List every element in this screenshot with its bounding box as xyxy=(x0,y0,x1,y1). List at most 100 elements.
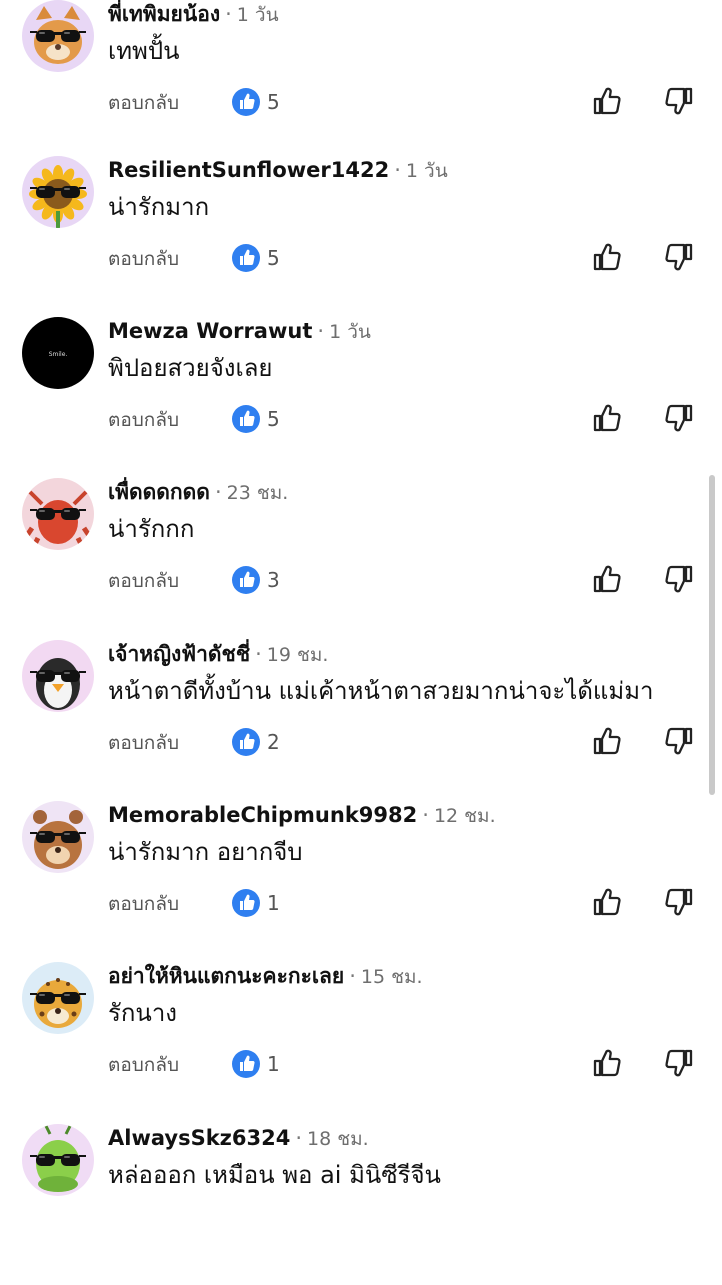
thumb-down-icon[interactable] xyxy=(662,401,696,435)
comment-author-name[interactable]: Mewza Worrawut xyxy=(108,319,312,343)
comment-header: Mewza Worrawut · 1 วัน xyxy=(108,317,371,346)
comment-text: น่ารักกก xyxy=(108,515,195,543)
comment-text: น่ารักมาก xyxy=(108,193,210,221)
comment-item: เพื่ดดดกดด · 23 ชม. น่ารักกกตอบกลับ 3 xyxy=(0,478,722,639)
separator-dot: · xyxy=(349,964,356,988)
comment-item: AlwaysSkz6324 · 18 ชม. หล่อออก เหมือน พอ ai… xyxy=(0,1124,722,1285)
comment-item: เจ้าหญิงฟ้าดัชชี่ · 19 ชม. หน้าตาดีทั้งบ้าน… xyxy=(0,640,722,801)
separator-dot: · xyxy=(317,319,325,343)
comment-item: อย่าให้หินแตกนะคะกะเลย · 15 ชม. รักนางตอบกล… xyxy=(0,962,722,1123)
comment-timestamp: 1 วัน xyxy=(405,160,448,182)
comment-timestamp: 23 ชม. xyxy=(226,482,289,504)
thumb-down-icon[interactable] xyxy=(662,885,696,919)
separator-dot: · xyxy=(214,480,222,504)
black-circle-avatar[interactable]: Smile. xyxy=(22,317,94,389)
separator-dot: · xyxy=(225,2,232,26)
comment-actions: ตอบกลับ 2 xyxy=(0,724,722,764)
reply-button[interactable]: ตอบกลับ xyxy=(108,891,179,917)
comment-text: รักนาง xyxy=(108,999,178,1027)
thumb-down-icon[interactable] xyxy=(662,724,696,758)
like-badge-icon xyxy=(232,1050,260,1078)
comment-item: Smile. Mewza Worrawut · 1 วันพิปอยสวยจังเลย… xyxy=(0,317,722,478)
comment-item: พี่เทพิมยน้อง · 1 วัน เทพปั้น ตอบกลับ 5 xyxy=(0,0,722,161)
cat-sunglasses-avatar[interactable] xyxy=(22,0,94,72)
comment-author-name[interactable]: เจ้าหญิงฟ้าดัชชี่ xyxy=(108,642,250,666)
reply-button[interactable]: ตอบกลับ xyxy=(108,1052,179,1078)
comment-author-name[interactable]: AlwaysSkz6324 xyxy=(108,1126,290,1150)
comment-text: หน้าตาดีทั้งบ้าน แม่เค้าหน้าตาสวยมากน่าจ… xyxy=(108,677,654,705)
comment-item: MemorableChipmunk9982 · 12 ชม. น่ารักมาก อย… xyxy=(0,801,722,962)
like-count: 1 xyxy=(267,1052,280,1076)
like-count: 5 xyxy=(267,246,280,270)
thumb-down-icon[interactable] xyxy=(662,562,696,596)
separator-dot: · xyxy=(394,158,401,182)
scrollbar[interactable] xyxy=(709,475,715,795)
comment-timestamp: 1 วัน xyxy=(329,321,371,343)
comment-list: พี่เทพิมยน้อง · 1 วัน เทพปั้น ตอบกลับ 5 Resili… xyxy=(0,0,722,1200)
comment-text: พิปอยสวยจังเลย xyxy=(108,354,273,382)
comment-author-name[interactable]: เพื่ดดดกดด xyxy=(108,480,210,504)
comment-author-name[interactable]: พี่เทพิมยน้อง xyxy=(108,2,220,26)
thumb-up-icon[interactable] xyxy=(590,401,624,435)
comment-actions: ตอบกลับ 5 xyxy=(0,240,722,280)
reply-button[interactable]: ตอบกลับ xyxy=(108,407,179,433)
like-badge-icon xyxy=(232,405,260,433)
comment-author-name[interactable]: ResilientSunflower1422 xyxy=(108,158,389,182)
reply-button[interactable]: ตอบกลับ xyxy=(108,730,179,756)
comment-author-name[interactable]: อย่าให้หินแตกนะคะกะเลย xyxy=(108,964,344,988)
svg-text:Smile.: Smile. xyxy=(49,351,68,358)
lobster-sunglasses-avatar[interactable] xyxy=(22,478,94,550)
reply-button[interactable]: ตอบกลับ xyxy=(108,246,179,272)
comment-text: น่ารักมาก อยากจีบ xyxy=(108,838,303,866)
comment-timestamp: 12 ชม. xyxy=(433,805,496,827)
like-count: 2 xyxy=(267,730,280,754)
comment-header: AlwaysSkz6324 · 18 ชม. xyxy=(108,1124,369,1153)
comment-text: หล่อออก เหมือน พอ ai มินิซีรีจีน xyxy=(108,1161,441,1189)
reply-button[interactable]: ตอบกลับ xyxy=(108,568,179,594)
thumb-up-icon[interactable] xyxy=(590,562,624,596)
reply-button[interactable]: ตอบกลับ xyxy=(108,90,179,116)
comment-actions: ตอบกลับ 3 xyxy=(0,562,722,602)
thumb-down-icon[interactable] xyxy=(662,240,696,274)
thumb-up-icon[interactable] xyxy=(590,240,624,274)
comment-actions: ตอบกลับ 5 xyxy=(0,84,722,124)
like-badge-icon xyxy=(232,889,260,917)
comment-timestamp: 1 วัน xyxy=(236,4,279,26)
like-badge-icon xyxy=(232,566,260,594)
thumb-up-icon[interactable] xyxy=(590,1046,624,1080)
like-count: 5 xyxy=(267,407,280,431)
thumb-up-icon[interactable] xyxy=(590,724,624,758)
comment-actions: ตอบกลับ 5 xyxy=(0,401,722,441)
like-count: 5 xyxy=(267,90,280,114)
leopard-sunglasses-avatar[interactable] xyxy=(22,962,94,1034)
thumb-up-icon[interactable] xyxy=(590,84,624,118)
comment-header: เจ้าหญิงฟ้าดัชชี่ · 19 ชม. xyxy=(108,640,328,669)
comment-item: ResilientSunflower1422 · 1 วันน่ารักมากตอบ… xyxy=(0,156,722,317)
thumb-up-icon[interactable] xyxy=(590,885,624,919)
separator-dot: · xyxy=(422,803,429,827)
chipmunk-sunglasses-avatar[interactable] xyxy=(22,801,94,873)
comment-timestamp: 18 ชม. xyxy=(307,1128,369,1150)
like-count: 1 xyxy=(267,891,280,915)
like-badge-icon xyxy=(232,88,260,116)
thumb-down-icon[interactable] xyxy=(662,84,696,118)
comment-header: พี่เทพิมยน้อง · 1 วัน xyxy=(108,0,279,29)
penguin-sunglasses-avatar[interactable] xyxy=(22,640,94,712)
comment-header: MemorableChipmunk9982 · 12 ชม. xyxy=(108,801,496,830)
comment-timestamp: 15 ชม. xyxy=(360,966,423,988)
like-count: 3 xyxy=(267,568,280,592)
separator-dot: · xyxy=(295,1126,303,1150)
like-badge-icon xyxy=(232,728,260,756)
caterpillar-sunglasses-avatar[interactable] xyxy=(22,1124,94,1196)
comment-actions: ตอบกลับ 1 xyxy=(0,885,722,925)
sunflower-sunglasses-avatar[interactable] xyxy=(22,156,94,228)
comment-timestamp: 19 ชม. xyxy=(266,644,329,666)
comment-actions: ตอบกลับ 1 xyxy=(0,1046,722,1086)
like-badge-icon xyxy=(232,244,260,272)
thumb-down-icon[interactable] xyxy=(662,1046,696,1080)
separator-dot: · xyxy=(255,642,262,666)
comment-header: เพื่ดดดกดด · 23 ชม. xyxy=(108,478,288,507)
comment-header: อย่าให้หินแตกนะคะกะเลย · 15 ชม. xyxy=(108,962,423,991)
comment-author-name[interactable]: MemorableChipmunk9982 xyxy=(108,803,417,827)
comment-header: ResilientSunflower1422 · 1 วัน xyxy=(108,156,448,185)
